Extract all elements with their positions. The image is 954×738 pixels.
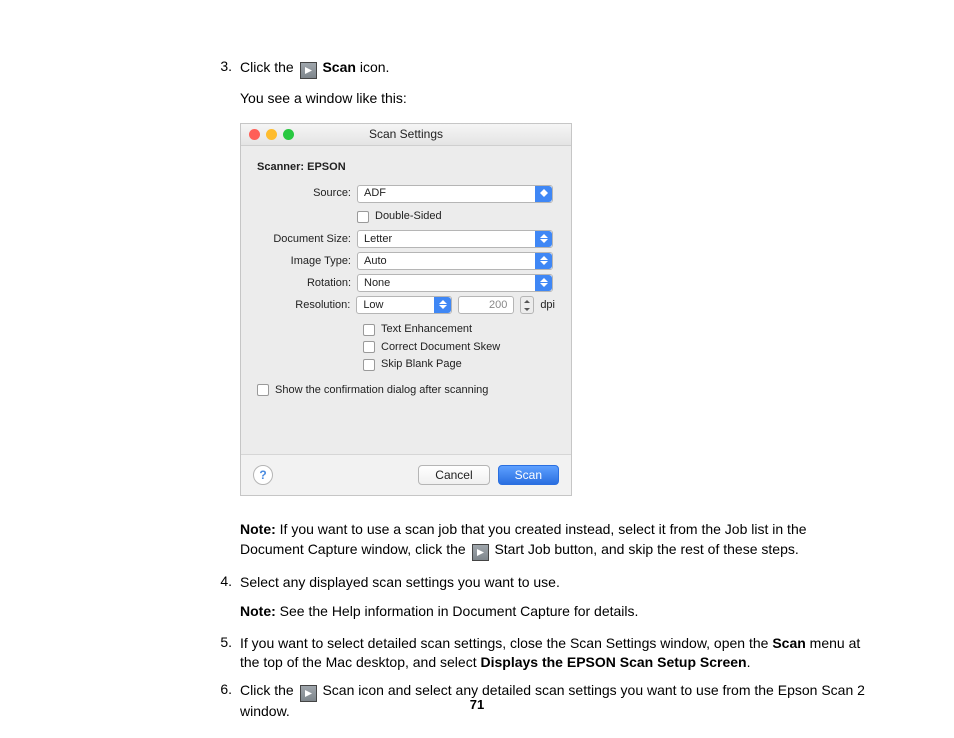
checkbox-icon [257, 384, 269, 396]
checkbox-icon [363, 359, 375, 371]
label: Resolution: [257, 298, 356, 313]
select-value: ADF [364, 186, 386, 201]
checkbox-label: Show the confirmation dialog after scann… [275, 383, 488, 398]
note-text: See the Help information in Document Cap… [276, 603, 639, 619]
docsize-select[interactable]: Letter [357, 230, 553, 248]
double-sided-checkbox[interactable]: Double-Sided [357, 209, 555, 224]
note-step-3: Note: If you want to use a scan job that… [240, 520, 868, 561]
scanner-label: Scanner: EPSON [257, 160, 555, 175]
dpi-group: 200 dpi [458, 296, 555, 314]
checkbox-icon [363, 324, 375, 336]
window-body: Scanner: EPSON Source: ADF [241, 146, 571, 454]
note-label: Note: [240, 521, 276, 537]
row-rotation: Rotation: None [257, 274, 555, 292]
text: icon. [356, 59, 389, 75]
cancel-button[interactable]: Cancel [418, 465, 489, 485]
step-subtext: You see a window like this: [240, 89, 868, 109]
resolution-select[interactable]: Low [356, 296, 452, 314]
displays-option: Displays the EPSON Scan Setup Screen [480, 654, 746, 670]
chevron-updown-icon [535, 186, 552, 202]
label: Image Type: [257, 254, 357, 269]
step-number: 5. [208, 634, 232, 650]
skip-blank-checkbox[interactable]: Skip Blank Page [363, 357, 555, 372]
select-value: None [364, 276, 390, 291]
checkbox-label: Text Enhancement [381, 322, 472, 337]
note-step-4: Note: See the Help information in Docume… [240, 602, 868, 622]
chevron-updown-icon [535, 275, 552, 291]
scan-button[interactable]: Scan [498, 465, 559, 485]
row-resolution: Resolution: Low 200 [257, 296, 555, 314]
stepper-down-icon [521, 305, 533, 313]
row-double-sided: Double-Sided [257, 207, 555, 226]
chevron-updown-icon [434, 297, 451, 313]
row-source: Source: ADF [257, 185, 555, 203]
step-body: Select any displayed scan settings you w… [240, 573, 868, 622]
step-4: 4. Select any displayed scan settings yo… [208, 573, 868, 622]
imgtype-select[interactable]: Auto [357, 252, 553, 270]
select-value: Letter [364, 232, 392, 247]
window-title: Scan Settings [369, 126, 443, 143]
confirm-dialog-checkbox[interactable]: Show the confirmation dialog after scann… [257, 383, 555, 398]
select-value: Auto [364, 254, 387, 269]
text: . [747, 654, 751, 670]
source-select[interactable]: ADF [357, 185, 553, 203]
options-group: Text Enhancement Correct Document Skew S… [363, 322, 555, 372]
correct-skew-checkbox[interactable]: Correct Document Skew [363, 340, 555, 355]
text: Click the [240, 682, 298, 698]
dpi-unit: dpi [540, 298, 555, 313]
window-titlebar: Scan Settings [241, 124, 571, 146]
text: If you want to select detailed scan sett… [240, 635, 772, 651]
scan-icon [300, 62, 317, 79]
chevron-updown-icon [535, 231, 552, 247]
help-button[interactable]: ? [253, 465, 273, 485]
row-imgtype: Image Type: Auto [257, 252, 555, 270]
row-docsize: Document Size: Letter [257, 230, 555, 248]
scan-word: Scan [322, 59, 355, 75]
step-body: Click the Scan icon. You see a window li… [240, 58, 868, 561]
checkbox-icon [363, 341, 375, 353]
chevron-updown-icon [535, 253, 552, 269]
note-label: Note: [240, 603, 276, 619]
text: Click the [240, 59, 294, 75]
dpi-value[interactable]: 200 [458, 296, 514, 314]
step-3: 3. Click the Scan icon. You see a window… [208, 58, 868, 561]
step-body: If you want to select detailed scan sett… [240, 634, 868, 673]
step-number: 4. [208, 573, 232, 589]
scan-settings-window: Scan Settings Scanner: EPSON Source: ADF [240, 123, 572, 496]
note-text: Start Job button, and skip the rest of t… [491, 541, 799, 557]
dpi-stepper[interactable] [520, 296, 534, 314]
step-5: 5. If you want to select detailed scan s… [208, 634, 868, 673]
select-value: Low [363, 298, 383, 313]
label: Source: [257, 186, 357, 201]
page-number: 71 [0, 697, 954, 712]
text: Select any displayed scan settings you w… [240, 574, 560, 590]
traffic-lights [249, 129, 294, 140]
checkbox-label: Double-Sided [375, 209, 442, 224]
step-number: 6. [208, 681, 232, 697]
document-page: 3. Click the Scan icon. You see a window… [0, 0, 954, 738]
rotation-select[interactable]: None [357, 274, 553, 292]
steps-list: 3. Click the Scan icon. You see a window… [208, 58, 868, 730]
zoom-icon[interactable] [283, 129, 294, 140]
stepper-up-icon [521, 297, 533, 305]
checkbox-icon [357, 211, 369, 223]
close-icon[interactable] [249, 129, 260, 140]
minimize-icon[interactable] [266, 129, 277, 140]
scan-menu-word: Scan [772, 635, 805, 651]
label: Rotation: [257, 276, 357, 291]
checkbox-label: Skip Blank Page [381, 357, 462, 372]
checkbox-label: Correct Document Skew [381, 340, 500, 355]
start-job-icon [472, 544, 489, 561]
text-enhancement-checkbox[interactable]: Text Enhancement [363, 322, 555, 337]
step-number: 3. [208, 58, 232, 74]
label: Document Size: [257, 232, 357, 247]
window-footer: ? Cancel Scan [241, 454, 571, 495]
